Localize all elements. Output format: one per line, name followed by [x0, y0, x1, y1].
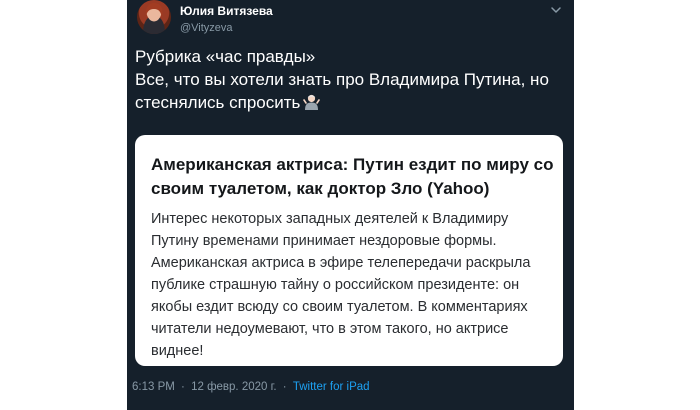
more-options-button[interactable] — [548, 2, 564, 18]
chevron-down-icon — [551, 7, 561, 13]
footer-separator: · — [282, 381, 287, 393]
card-description: Интерес некоторых западных деятелей к Вл… — [151, 208, 547, 362]
tweet-text: Рубрика «час правды» Все, что вы хотели … — [135, 45, 565, 114]
author-name[interactable]: Юлия Витязева — [180, 4, 273, 18]
card-description-line: Американская актриса в эфире телепередач… — [151, 255, 531, 271]
tweet-text-line: Все, что вы хотели знать про Владимира П… — [135, 70, 549, 89]
tweet-text-line-text: стеснялись спросить — [135, 93, 301, 112]
tweet-source-link[interactable]: Twitter for iPad — [293, 381, 370, 393]
author-handle[interactable]: @Vityzeva — [180, 22, 233, 34]
tweet-footer: 6:13 PM · 12 февр. 2020 г. · Twitter for… — [132, 381, 370, 393]
card-description-line: читатели недоумевают, что в этом такого,… — [151, 321, 509, 337]
avatar-photo — [143, 3, 165, 34]
avatar[interactable] — [137, 0, 171, 34]
card-description-line: Путину временами принимает нездоровые фо… — [151, 233, 497, 249]
footer-separator: · — [181, 381, 185, 393]
card-description-line: виднее! — [151, 343, 204, 359]
card-title-line: своим туалетом, как доктор Зло (Yahoo) — [151, 179, 490, 198]
tweet-time[interactable]: 6:13 PM — [132, 381, 175, 393]
tweet-date[interactable]: 12 февр. 2020 г. — [191, 381, 277, 393]
card-title: Американская актриса: Путин ездит по мир… — [151, 153, 554, 201]
tweet-text-line: Рубрика «час правды» — [135, 47, 316, 66]
tweet: Юлия Витязева @Vityzeva Рубрика «час пра… — [127, 0, 574, 410]
tweet-text-line: стеснялись спросить — [135, 91, 565, 114]
card-description-line: публике страшную тайну о российском през… — [151, 277, 520, 293]
card-description-line: Интерес некоторых западных деятелей к Вл… — [151, 211, 509, 227]
link-card[interactable]: Американская актриса: Путин ездит по мир… — [135, 135, 563, 366]
card-title-line: Американская актриса: Путин ездит по мир… — [151, 155, 554, 174]
person-shrugging-emoji — [303, 93, 321, 110]
card-description-line: якобы ездит всюду со своим туалетом. В к… — [151, 299, 528, 315]
